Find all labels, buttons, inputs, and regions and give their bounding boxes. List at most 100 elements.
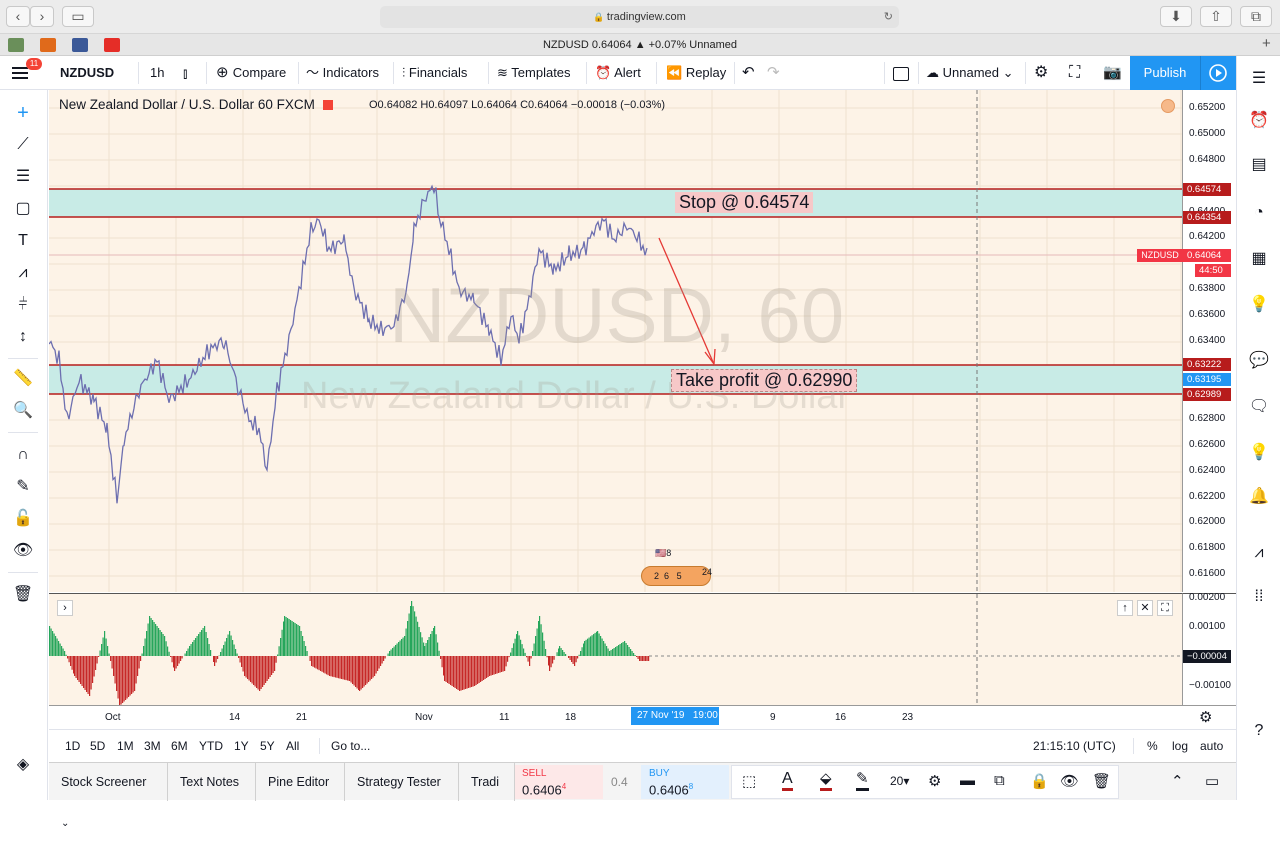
axis-settings-icon[interactable]: ⚙ [1199, 708, 1212, 726]
lock-drawings-icon[interactable]: ✎ [10, 474, 36, 500]
tab-text-notes[interactable]: Text Notes [168, 763, 256, 801]
facebook-icon[interactable] [72, 38, 88, 52]
delete-icon[interactable]: 🗑 [1092, 772, 1111, 790]
price-axis[interactable]: 0.652000.650000.648000.644000.642000.638… [1137, 90, 1236, 592]
symbol-search[interactable]: NZDUSD [60, 56, 114, 90]
fullscreen-layout-icon[interactable] [893, 56, 909, 90]
chat-icon[interactable]: 💬 [1246, 348, 1272, 374]
percent-toggle[interactable]: % [1147, 730, 1158, 762]
auto-toggle[interactable]: auto [1200, 730, 1223, 762]
line-color-icon[interactable]: ✎ [856, 770, 869, 791]
back-icon[interactable]: ‹ [6, 6, 30, 27]
play-button[interactable] [1200, 56, 1236, 90]
new-tab-icon[interactable]: + [1262, 35, 1271, 52]
chat-rooms-icon[interactable]: 🗨 [1246, 394, 1272, 420]
sell-button[interactable]: SELL 0.64064 [515, 765, 603, 799]
eye-icon[interactable]: 👁 [10, 538, 36, 564]
settings-icon[interactable]: ⚙ [1034, 56, 1048, 90]
clock[interactable]: 21:15:10 (UTC) [1033, 730, 1116, 762]
financials-button[interactable]: ⫶ Financials [402, 56, 467, 90]
trash-icon[interactable]: 🗑 [10, 582, 36, 608]
forward-icon[interactable]: › [30, 6, 54, 27]
favicon-1[interactable] [8, 38, 24, 52]
replay-button[interactable]: ⏪ Replay [666, 56, 726, 90]
tab-stock-screener[interactable]: Stock Screener ⌄ [49, 763, 168, 829]
redo-icon[interactable]: ↷ [767, 56, 780, 90]
fullscreen-icon[interactable]: ⛶ [1069, 56, 1080, 90]
tabs-icon[interactable]: ⧉ [1240, 6, 1272, 27]
magnet-icon[interactable]: ∩ [10, 442, 36, 468]
log-toggle[interactable]: log [1172, 730, 1188, 762]
alarm-clock-icon[interactable]: ⏰ [1246, 108, 1272, 134]
chart-pane[interactable]: NZDUSD, 60 New Zealand Dollar / U.S. Dol… [49, 90, 1182, 592]
expand-legend-icon[interactable]: › [57, 600, 73, 616]
data-window-icon[interactable]: ◔ [1246, 200, 1272, 226]
range-6m[interactable]: 6M [171, 730, 188, 762]
forecast-icon[interactable]: ⫩ [10, 292, 36, 318]
watchlist-icon[interactable]: ☰ [1246, 66, 1272, 92]
status-dot-icon[interactable] [1161, 99, 1175, 113]
notifications-icon[interactable]: 🔔 [1246, 484, 1272, 510]
template-icon[interactable]: ▬ [960, 772, 975, 789]
tab-trading-panel[interactable]: Tradi [459, 763, 515, 801]
rectangle-icon[interactable]: ▢ [10, 196, 36, 222]
compare-button[interactable]: ⊕ Compare [216, 56, 286, 90]
indicator-pane[interactable]: › ↑ ✕ ⛶ [49, 593, 1182, 705]
camera-icon[interactable]: 📷 [1103, 56, 1122, 90]
range-5y[interactable]: 5Y [260, 730, 275, 762]
tab-pine-editor[interactable]: Pine Editor [256, 763, 345, 801]
publish-button[interactable]: Publish [1130, 56, 1200, 90]
text-icon[interactable]: T [10, 228, 36, 254]
share-icon[interactable]: ⇧ [1200, 6, 1232, 27]
measure-arrow-icon[interactable]: ↕ [10, 324, 36, 350]
visibility-icon[interactable]: 👁 [1060, 772, 1079, 790]
url-field[interactable]: 🔒 tradingview.com ↻ [380, 6, 899, 28]
layers-icon[interactable]: ◈ [10, 752, 36, 778]
chart-type-icon[interactable]: ⫾ [183, 56, 187, 90]
youtube-icon[interactable] [104, 38, 120, 52]
streams-icon[interactable]: 💡 [1246, 440, 1272, 466]
sidebar-icon[interactable]: ▭ [62, 6, 94, 27]
text-color-icon[interactable]: A [782, 770, 793, 791]
collapse-panel-icon[interactable]: ⌃ [1171, 772, 1184, 790]
alert-button[interactable]: ⏰ Alert [595, 56, 641, 90]
order-panel-icon[interactable]: ⩘ [1246, 540, 1272, 566]
maximize-icon[interactable]: ⛶ [1157, 600, 1173, 616]
tab-strategy-tester[interactable]: Strategy Tester [345, 763, 459, 801]
lock-icon[interactable]: 🔒 [1030, 772, 1049, 790]
news-icon[interactable]: ▤ [1246, 152, 1272, 178]
range-3m[interactable]: 3M [144, 730, 161, 762]
download-icon[interactable]: ⬇ [1160, 6, 1192, 27]
buy-button[interactable]: BUY 0.64068 [641, 765, 729, 799]
range-1m[interactable]: 1M [117, 730, 134, 762]
maximize-panel-icon[interactable]: ▭ [1205, 772, 1219, 790]
range-all[interactable]: All [286, 730, 299, 762]
trendline-icon[interactable]: ⟋ [10, 132, 36, 158]
calendar-icon[interactable]: ▦ [1246, 246, 1272, 272]
settings-icon[interactable]: ⚙ [928, 772, 941, 790]
unlock-icon[interactable]: 🔓 [10, 506, 36, 532]
range-5d[interactable]: 5D [90, 730, 105, 762]
clone-icon[interactable]: ⧉ [994, 772, 1005, 789]
crosshair-icon[interactable]: + [10, 100, 36, 126]
goto-button[interactable]: Go to... [331, 730, 370, 762]
stop-label[interactable]: Stop @ 0.64574 [675, 192, 814, 213]
event-flag-icon[interactable]: 🇺🇸8 [655, 548, 671, 559]
time-axis[interactable]: Oct 14 21 Nov 11 18 9 16 23 27 Nov '19 1… [49, 705, 1236, 729]
fib-icon[interactable]: ☰ [10, 164, 36, 190]
ruler-icon[interactable]: 📏 [10, 366, 36, 392]
interval-button[interactable]: 1h [150, 56, 164, 90]
pattern-icon[interactable]: ⩘ [10, 260, 36, 286]
reload-icon[interactable]: ↻ [884, 6, 893, 28]
indicator-axis[interactable]: 0.00200 0.00100 −0.00100 −0.00004 [1182, 592, 1236, 705]
dom-icon[interactable]: ⁞⁞ [1246, 584, 1272, 610]
select-area-icon[interactable]: ⬚ [742, 772, 756, 790]
undo-icon[interactable]: ↶ [742, 56, 755, 90]
favicon-2[interactable] [40, 38, 56, 52]
move-up-icon[interactable]: ↑ [1117, 600, 1133, 616]
event-bubbles[interactable]: 2 6 5 [641, 566, 711, 586]
line-width-select[interactable]: 20▾ [890, 774, 909, 788]
close-icon[interactable]: ✕ [1137, 600, 1153, 616]
range-1d[interactable]: 1D [65, 730, 80, 762]
templates-button[interactable]: ≋ Templates [497, 56, 571, 90]
